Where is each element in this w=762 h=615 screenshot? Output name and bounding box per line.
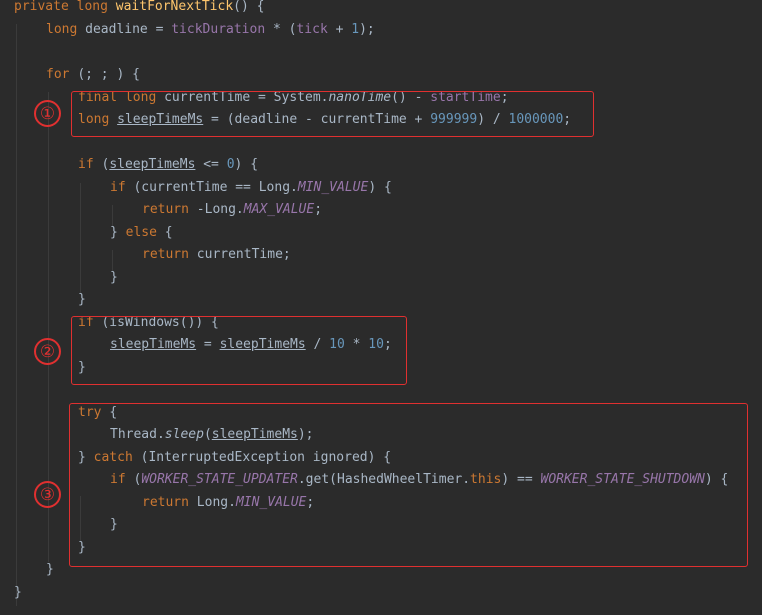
code-token-plain: (; ; ) { bbox=[77, 67, 140, 82]
code-token-plain: -Long. bbox=[196, 202, 244, 217]
code-token-kw: return bbox=[142, 247, 197, 262]
code-line: long deadline = tickDuration * (tick + 1… bbox=[0, 19, 762, 41]
code-token-field: tick bbox=[296, 22, 328, 37]
code-token-plain: } bbox=[14, 585, 22, 600]
code-token-plain: + bbox=[327, 22, 352, 37]
code-token-kw: if bbox=[78, 157, 102, 172]
code-token-plain: ) { bbox=[368, 180, 392, 195]
code-token-plain: () { bbox=[233, 0, 265, 14]
code-token-plain: <= bbox=[195, 157, 227, 172]
code-token-plain: } bbox=[78, 292, 86, 307]
annotation-box-1 bbox=[71, 91, 594, 137]
code-token-plain: ) { bbox=[234, 157, 259, 172]
code-line: } else { bbox=[0, 222, 762, 244]
annotation-marker-3: ③ bbox=[34, 481, 61, 508]
annotation-box-3 bbox=[69, 403, 748, 567]
code-token-fn: waitForNextTick bbox=[115, 0, 234, 14]
code-token-plain: (currentTime == Long. bbox=[133, 180, 298, 195]
code-line: } bbox=[0, 289, 762, 311]
code-token-plain: currentTime; bbox=[196, 247, 291, 262]
code-token-num: 0 bbox=[226, 157, 235, 172]
code-token-plain: * ( bbox=[265, 22, 297, 37]
code-token-kw: if bbox=[110, 180, 134, 195]
code-token-field: tickDuration bbox=[171, 22, 266, 37]
code-token-var: sleepTimeMs bbox=[109, 157, 196, 172]
annotation-marker-1: ① bbox=[34, 100, 61, 127]
code-token-const: MAX_VALUE bbox=[243, 202, 315, 217]
code-line: } bbox=[0, 267, 762, 289]
code-line: for (; ; ) { bbox=[0, 64, 762, 86]
code-token-const: MIN_VALUE bbox=[297, 180, 369, 195]
code-token-kw: return bbox=[142, 202, 197, 217]
code-token-kw: for bbox=[46, 67, 78, 82]
code-editor[interactable]: private long waitForNextTick() {long dea… bbox=[0, 0, 762, 615]
code-line: if (sleepTimeMs <= 0) { bbox=[0, 154, 762, 176]
code-token-plain: } bbox=[110, 270, 118, 285]
code-line: return -Long.MAX_VALUE; bbox=[0, 199, 762, 221]
code-line: return currentTime; bbox=[0, 244, 762, 266]
code-token-kw: long bbox=[76, 0, 116, 14]
code-token-num: 1 bbox=[351, 22, 360, 37]
code-token-plain: deadline = bbox=[85, 22, 172, 37]
code-token-plain: ; bbox=[314, 202, 323, 217]
code-token-plain: ); bbox=[359, 22, 375, 37]
code-token-kw: private bbox=[14, 0, 77, 14]
annotation-marker-2: ② bbox=[34, 338, 61, 365]
code-line: } bbox=[0, 582, 762, 604]
code-token-plain: { bbox=[164, 225, 173, 240]
code-token-kw: long bbox=[46, 22, 86, 37]
code-token-plain: } bbox=[110, 225, 126, 240]
annotation-box-2 bbox=[71, 316, 407, 385]
code-token-kw: else bbox=[125, 225, 165, 240]
code-token-plain: } bbox=[46, 562, 54, 577]
code-line: private long waitForNextTick() { bbox=[0, 0, 762, 18]
code-line: if (currentTime == Long.MIN_VALUE) { bbox=[0, 177, 762, 199]
